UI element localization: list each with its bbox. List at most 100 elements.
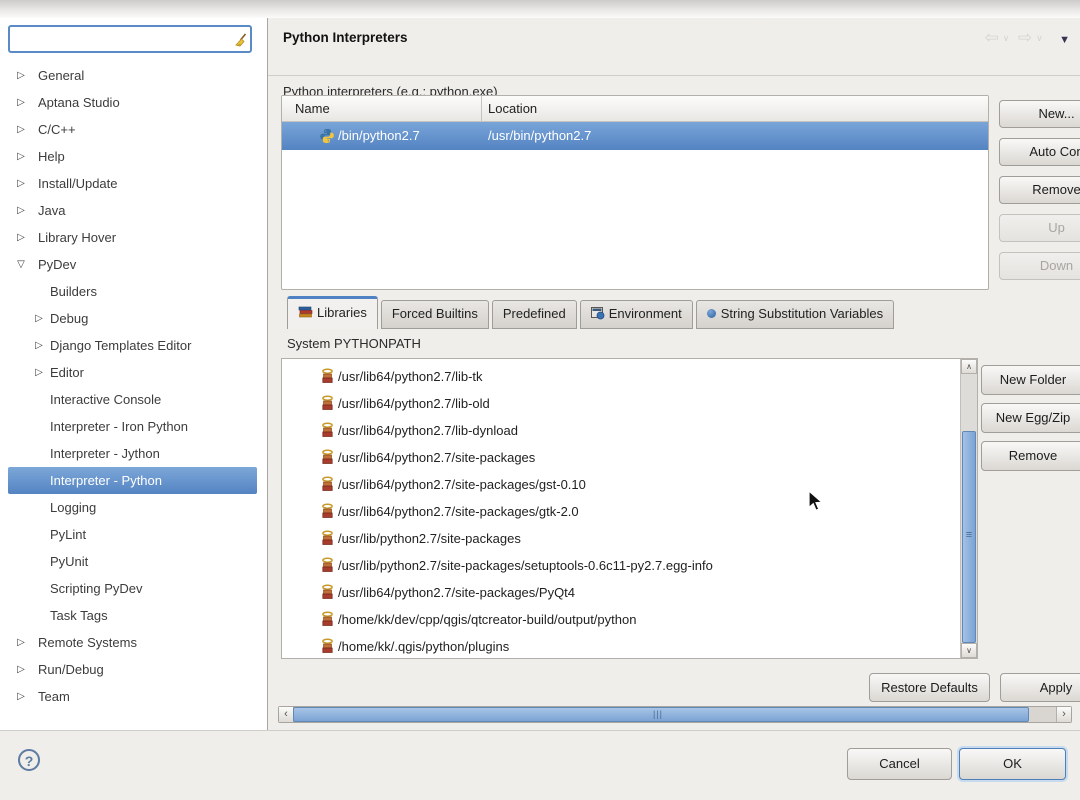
vertical-scrollbar[interactable]: ∧ ≡ ∨	[960, 359, 977, 658]
tab-label: Predefined	[503, 306, 566, 321]
chevron-right-icon[interactable]: ▷	[14, 683, 28, 710]
scroll-down-icon[interactable]: ∨	[961, 643, 977, 658]
sidebar-item-builders[interactable]: Builders	[8, 278, 257, 305]
sidebar-item-team[interactable]: ▷Team	[8, 683, 257, 710]
table-row[interactable]: /bin/python2.7 /usr/bin/python2.7	[282, 122, 988, 150]
list-item[interactable]: /usr/lib64/python2.7/lib-dynload	[282, 417, 942, 444]
chevron-right-icon[interactable]: ▷	[14, 143, 28, 170]
forward-history-chevron-icon[interactable]: ∨	[1036, 33, 1043, 43]
sidebar-item-logging[interactable]: Logging	[8, 494, 257, 521]
list-item[interactable]: /usr/lib/python2.7/site-packages/setupto…	[282, 552, 942, 579]
sidebar-item-scripting-pydev[interactable]: Scripting PyDev	[8, 575, 257, 602]
chevron-right-icon[interactable]: ▷	[14, 656, 28, 683]
sidebar-item-pylint[interactable]: PyLint	[8, 521, 257, 548]
chevron-right-icon[interactable]: ▷	[14, 197, 28, 224]
remove-interpreter-button[interactable]: Remove	[999, 176, 1080, 204]
list-item[interactable]: /usr/lib64/python2.7/site-packages/gtk-2…	[282, 498, 942, 525]
horizontal-scrollbar[interactable]: ‹ ||| ›	[278, 706, 1072, 723]
chevron-right-icon[interactable]: ▷	[32, 359, 46, 386]
chevron-right-icon[interactable]: ▷	[14, 62, 28, 89]
chevron-right-icon[interactable]: ▷	[14, 89, 28, 116]
sidebar-item-aptana-studio[interactable]: ▷Aptana Studio	[8, 89, 257, 116]
list-item[interactable]: /home/kk/.qgis/python/plugins	[282, 633, 942, 660]
list-item[interactable]: /usr/lib64/python2.7/site-packages/PyQt4	[282, 579, 942, 606]
list-item[interactable]: /usr/lib64/python2.7/site-packages/gst-0…	[282, 471, 942, 498]
tab-environment[interactable]: Environment	[580, 300, 693, 329]
sidebar-item-django-templates-editor[interactable]: ▷Django Templates Editor	[8, 332, 257, 359]
list-item[interactable]: /usr/lib64/python2.7/lib-tk	[282, 363, 942, 390]
view-menu-icon[interactable]: ▼	[1059, 34, 1070, 46]
chevron-right-icon[interactable]: ▷	[14, 224, 28, 251]
sidebar-item-label: Task Tags	[50, 602, 108, 629]
column-header-name[interactable]: Name	[295, 96, 330, 122]
tab-string-substitution-variables[interactable]: String Substitution Variables	[696, 300, 894, 329]
new-interpreter-button[interactable]: New...	[999, 100, 1080, 128]
library-icon	[320, 368, 335, 384]
help-icon[interactable]: ?	[18, 749, 40, 771]
sidebar-item-label: Java	[38, 197, 65, 224]
chevron-right-icon[interactable]: ▷	[32, 305, 46, 332]
column-divider[interactable]	[481, 96, 482, 122]
back-icon[interactable]: ⇦	[985, 28, 999, 47]
list-item[interactable]: /home/kk/dev/cpp/qgis/qtcreator-build/ou…	[282, 606, 942, 633]
forward-icon[interactable]: ⇨	[1018, 28, 1032, 47]
new-folder-button[interactable]: New Folder	[981, 365, 1080, 395]
sidebar-item-interpreter-jython[interactable]: Interpreter - Jython	[8, 440, 257, 467]
sidebar-item-library-hover[interactable]: ▷ Library Hover	[8, 224, 257, 251]
sidebar-item-interpreter-python[interactable]: Interpreter - Python	[8, 467, 257, 494]
sidebar-item-interactive-console[interactable]: Interactive Console	[8, 386, 257, 413]
tab-libraries[interactable]: Libraries	[287, 296, 378, 329]
sidebar-item-run-debug[interactable]: ▷Run/Debug	[8, 656, 257, 683]
new-egg-zip-button[interactable]: New Egg/Zip	[981, 403, 1080, 433]
sidebar-item-editor[interactable]: ▷Editor	[8, 359, 257, 386]
sidebar-item-label: Library Hover	[38, 224, 116, 251]
sidebar-item-help[interactable]: ▷Help	[8, 143, 257, 170]
tab-predefined[interactable]: Predefined	[492, 300, 577, 329]
column-header-location[interactable]: Location	[488, 96, 537, 122]
pythonpath-list[interactable]: /usr/lib64/python2.7/lib-tk /usr/lib64/p…	[281, 358, 978, 659]
sidebar-item-label: Editor	[50, 359, 84, 386]
chevron-right-icon[interactable]: ▷	[14, 116, 28, 143]
auto-config-button[interactable]: Auto Con	[999, 138, 1080, 166]
sidebar-item-general[interactable]: ▷General	[8, 62, 257, 89]
header-separator	[268, 75, 1080, 76]
sidebar-item-java[interactable]: ▷ Java	[8, 197, 257, 224]
clear-filter-icon[interactable]	[232, 32, 248, 48]
up-button[interactable]: Up	[999, 214, 1080, 242]
chevron-right-icon[interactable]: ▷	[14, 629, 28, 656]
sidebar-item-debug[interactable]: ▷Debug	[8, 305, 257, 332]
sidebar-item-install-update[interactable]: ▷ Install/Update	[8, 170, 257, 197]
tab-forced-builtins[interactable]: Forced Builtins	[381, 300, 489, 329]
list-item[interactable]: /usr/lib64/python2.7/site-packages	[282, 444, 942, 471]
sidebar-item-task-tags[interactable]: Task Tags	[8, 602, 257, 629]
remove-library-button[interactable]: Remove	[981, 441, 1080, 471]
list-item[interactable]: /usr/lib64/python2.7/lib-old	[282, 390, 942, 417]
sidebar-item-pyunit[interactable]: PyUnit	[8, 548, 257, 575]
dialog-button-bar: ? Cancel OK	[0, 730, 1080, 800]
environment-icon	[591, 307, 605, 320]
scroll-right-icon[interactable]: ›	[1056, 707, 1071, 722]
thumb-grip: ≡	[963, 529, 975, 541]
sidebar-item-label: Install/Update	[38, 170, 118, 197]
sidebar-item-pydev[interactable]: ▽PyDev	[8, 251, 257, 278]
system-pythonpath-caption: System PYTHONPATH	[287, 336, 421, 351]
scroll-left-icon[interactable]: ‹	[279, 707, 294, 722]
restore-defaults-button[interactable]: Restore Defaults	[869, 673, 990, 702]
down-button[interactable]: Down	[999, 252, 1080, 280]
sidebar-item-interpreter-iron-python[interactable]: Interpreter - Iron Python	[8, 413, 257, 440]
apply-button[interactable]: Apply	[1000, 673, 1080, 702]
list-item[interactable]: /usr/lib/python2.7/site-packages	[282, 525, 942, 552]
scroll-up-icon[interactable]: ∧	[961, 359, 977, 374]
chevron-down-icon[interactable]: ▽	[14, 251, 28, 278]
chevron-right-icon[interactable]: ▷	[14, 170, 28, 197]
sidebar-item-remote-systems[interactable]: ▷Remote Systems	[8, 629, 257, 656]
vertical-scrollbar-thumb[interactable]: ≡	[962, 431, 976, 643]
cancel-button[interactable]: Cancel	[847, 748, 952, 780]
filter-input[interactable]	[8, 25, 252, 53]
sidebar-item-c-cpp[interactable]: ▷C/C++	[8, 116, 257, 143]
back-history-chevron-icon[interactable]: ∨	[1003, 33, 1010, 43]
ok-button[interactable]: OK	[959, 748, 1066, 780]
interpreters-table[interactable]: Name Location /bin/python2.7 /usr/bin/py…	[281, 95, 989, 290]
chevron-right-icon[interactable]: ▷	[32, 332, 46, 359]
horizontal-scrollbar-thumb[interactable]: |||	[293, 707, 1029, 722]
